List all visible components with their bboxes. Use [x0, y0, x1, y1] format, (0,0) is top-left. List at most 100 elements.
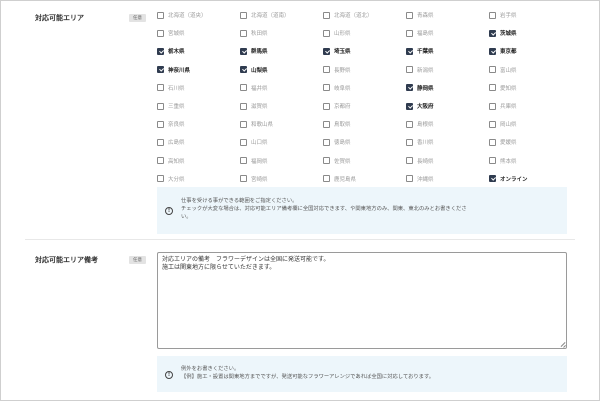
area-option[interactable]: 宮城県	[157, 27, 185, 39]
area-option[interactable]: 神奈川県	[157, 64, 190, 76]
checkbox[interactable]	[489, 66, 496, 74]
area-option[interactable]: オンライン	[489, 173, 528, 185]
checkbox[interactable]	[323, 138, 330, 146]
area-option[interactable]: 長野県	[323, 64, 351, 76]
area-option[interactable]: 大阪府	[406, 100, 434, 112]
checkbox[interactable]	[240, 120, 247, 128]
checkbox[interactable]	[323, 157, 330, 165]
area-option[interactable]: 青森県	[406, 9, 434, 21]
area-option[interactable]: 栃木県	[157, 45, 185, 57]
area-option[interactable]: 大分県	[157, 173, 185, 185]
checkbox[interactable]	[157, 84, 164, 92]
checkbox[interactable]	[157, 102, 164, 110]
checkbox[interactable]	[323, 29, 330, 37]
checkbox[interactable]	[240, 66, 247, 74]
area-option[interactable]: 岡山県	[489, 118, 517, 130]
area-option[interactable]: 熊本県	[489, 155, 517, 167]
checkbox[interactable]	[240, 11, 247, 19]
area-option[interactable]: 兵庫県	[489, 100, 517, 112]
area-option[interactable]: 愛知県	[489, 82, 517, 94]
area-option[interactable]: 和歌山県	[240, 118, 273, 130]
checkbox[interactable]	[240, 47, 247, 55]
area-option[interactable]: 京都府	[323, 100, 351, 112]
area-option[interactable]: 北海道（道央）	[157, 9, 207, 21]
checkbox[interactable]	[157, 29, 164, 37]
checkbox[interactable]	[489, 138, 496, 146]
area-option[interactable]: 秋田県	[240, 27, 268, 39]
area-option[interactable]: 鳥取県	[323, 118, 351, 130]
area-option[interactable]: 香川県	[406, 136, 434, 148]
area-option[interactable]: 山形県	[323, 27, 351, 39]
checkbox[interactable]	[157, 47, 164, 55]
area-option[interactable]: 佐賀県	[323, 155, 351, 167]
checkbox[interactable]	[323, 47, 330, 55]
area-option[interactable]: 福井県	[240, 82, 268, 94]
checkbox[interactable]	[157, 11, 164, 19]
checkbox[interactable]	[323, 11, 330, 19]
checkbox[interactable]	[406, 47, 413, 55]
checkbox[interactable]	[489, 120, 496, 128]
area-option[interactable]: 福島県	[406, 27, 434, 39]
area-option[interactable]: 東京都	[489, 45, 517, 57]
area-option[interactable]: 沖縄県	[406, 173, 434, 185]
area-option[interactable]: 富山県	[489, 64, 517, 76]
area-option[interactable]: 埼玉県	[323, 45, 351, 57]
checkbox[interactable]	[489, 29, 496, 37]
checkbox[interactable]	[157, 138, 164, 146]
checkbox[interactable]	[323, 66, 330, 74]
checkbox[interactable]	[489, 11, 496, 19]
checkbox[interactable]	[406, 11, 413, 19]
checkbox[interactable]	[406, 84, 413, 92]
area-option[interactable]: 徳島県	[323, 136, 351, 148]
area-option[interactable]: 岐阜県	[323, 82, 351, 94]
area-option[interactable]: 石川県	[157, 82, 185, 94]
area-option[interactable]: 山口県	[240, 136, 268, 148]
area-option[interactable]: 三重県	[157, 100, 185, 112]
checkbox[interactable]	[406, 175, 413, 183]
checkbox[interactable]	[323, 102, 330, 110]
checkbox[interactable]	[157, 120, 164, 128]
area-option[interactable]: 奈良県	[157, 118, 185, 130]
checkbox[interactable]	[240, 102, 247, 110]
area-option[interactable]: 岩手県	[489, 9, 517, 21]
checkbox[interactable]	[323, 84, 330, 92]
remarks-textarea[interactable]: 対応エリアの備考 フラワーデザインは全国に発送可能です。 施工は関東地方に限らせ…	[157, 252, 567, 349]
area-option[interactable]: 福岡県	[240, 155, 268, 167]
checkbox[interactable]	[489, 47, 496, 55]
area-option[interactable]: 長崎県	[406, 155, 434, 167]
checkbox[interactable]	[240, 29, 247, 37]
area-option[interactable]: 北海道（道南）	[240, 9, 290, 21]
checkbox[interactable]	[240, 138, 247, 146]
area-option[interactable]: 高知県	[157, 155, 185, 167]
checkbox[interactable]	[489, 84, 496, 92]
area-option[interactable]: 鹿児島県	[323, 173, 356, 185]
checkbox[interactable]	[323, 175, 330, 183]
area-option[interactable]: 滋賀県	[240, 100, 268, 112]
area-option[interactable]: 静岡県	[406, 82, 434, 94]
area-option[interactable]: 新潟県	[406, 64, 434, 76]
area-option[interactable]: 群馬県	[240, 45, 268, 57]
checkbox[interactable]	[406, 66, 413, 74]
checkbox[interactable]	[489, 175, 496, 183]
checkbox[interactable]	[157, 66, 164, 74]
checkbox[interactable]	[406, 120, 413, 128]
area-option[interactable]: 宮崎県	[240, 173, 268, 185]
checkbox[interactable]	[240, 157, 247, 165]
checkbox[interactable]	[157, 157, 164, 165]
checkbox[interactable]	[406, 102, 413, 110]
resize-handle[interactable]	[560, 342, 565, 347]
area-option[interactable]: 愛媛県	[489, 136, 517, 148]
area-option[interactable]: 島根県	[406, 118, 434, 130]
checkbox[interactable]	[406, 29, 413, 37]
area-option[interactable]: 茨城県	[489, 27, 517, 39]
checkbox[interactable]	[240, 175, 247, 183]
area-option[interactable]: 北海道（道北）	[323, 9, 373, 21]
checkbox[interactable]	[406, 138, 413, 146]
checkbox[interactable]	[240, 84, 247, 92]
area-option[interactable]: 千葉県	[406, 45, 434, 57]
checkbox[interactable]	[489, 102, 496, 110]
checkbox[interactable]	[489, 157, 496, 165]
checkbox[interactable]	[406, 157, 413, 165]
checkbox[interactable]	[157, 175, 164, 183]
checkbox[interactable]	[323, 120, 330, 128]
